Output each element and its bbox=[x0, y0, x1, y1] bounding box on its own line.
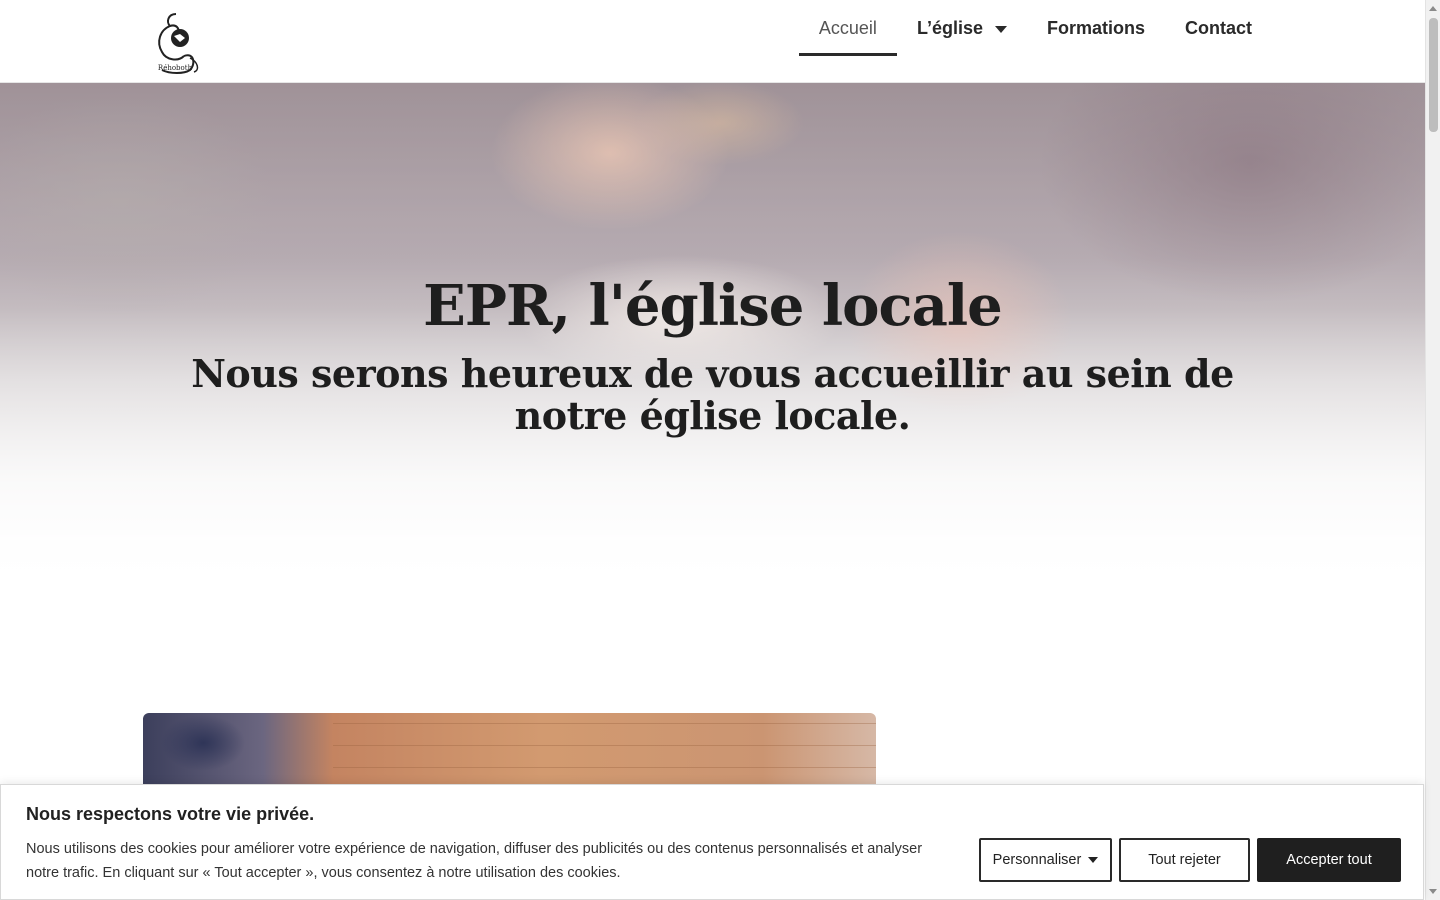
hero-title: EPR, l'église locale bbox=[423, 273, 1003, 339]
chevron-down-icon bbox=[1088, 857, 1099, 863]
cookie-consent-banner: Nous respectons votre vie privée. Nous u… bbox=[0, 784, 1424, 900]
scroll-up-arrow-icon[interactable] bbox=[1429, 6, 1437, 11]
page-scrollbar[interactable] bbox=[1425, 0, 1440, 900]
nav-item-eglise[interactable]: L’église bbox=[897, 0, 1027, 56]
site-logo[interactable]: Réhoboth bbox=[150, 8, 208, 76]
hero-banner: EPR, l'église locale Nous serons heureux… bbox=[0, 83, 1425, 583]
page: Réhoboth Accueil L’église Formations Con… bbox=[0, 0, 1425, 900]
customize-cookies-button[interactable]: Personnaliser bbox=[979, 838, 1112, 882]
scroll-down-arrow-icon[interactable] bbox=[1429, 889, 1437, 894]
cookie-title: Nous respectons votre vie privée. bbox=[26, 804, 315, 824]
accept-all-button[interactable]: Accepter tout bbox=[1257, 838, 1401, 882]
reject-label: Tout rejeter bbox=[1148, 852, 1221, 868]
scrollbar-thumb[interactable] bbox=[1429, 18, 1438, 132]
nav-item-contact[interactable]: Contact bbox=[1165, 0, 1272, 56]
site-header: Réhoboth Accueil L’église Formations Con… bbox=[0, 0, 1425, 83]
accept-label: Accepter tout bbox=[1286, 852, 1372, 868]
cookie-description: Nous utilisons des cookies pour améliore… bbox=[26, 841, 923, 881]
nav-item-label: Accueil bbox=[818, 17, 877, 38]
nav-item-label: Formations bbox=[1046, 17, 1145, 38]
main-nav: Accueil L’église Formations Contact bbox=[798, 0, 1272, 82]
nav-item-accueil[interactable]: Accueil bbox=[798, 0, 897, 56]
logo-wordmark: Réhoboth bbox=[157, 64, 193, 72]
nav-item-formations[interactable]: Formations bbox=[1027, 0, 1165, 56]
customize-label: Personnaliser bbox=[992, 852, 1082, 868]
nav-item-label: Contact bbox=[1185, 17, 1252, 38]
chevron-down-icon[interactable] bbox=[994, 25, 1007, 33]
nav-item-label: L’église bbox=[916, 17, 983, 38]
hero-subtitle: Nous serons heureux de vous accueillir a… bbox=[191, 351, 1234, 438]
reject-all-button[interactable]: Tout rejeter bbox=[1119, 838, 1250, 882]
